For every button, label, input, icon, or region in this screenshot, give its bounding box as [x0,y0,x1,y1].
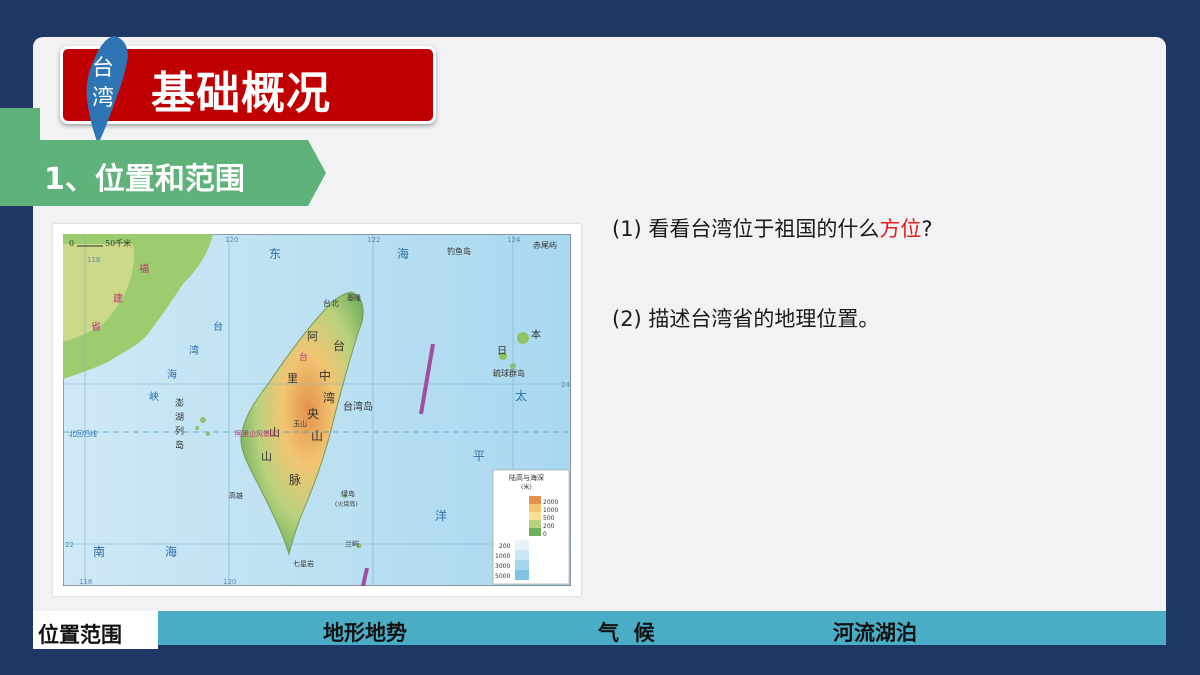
chiwei-label: 赤尾屿 [533,241,557,250]
svg-text:台: 台 [299,351,308,363]
nav-item-terrain[interactable]: 地形地势 [323,617,407,647]
svg-text:洋: 洋 [435,508,447,523]
svg-text:台: 台 [333,338,345,353]
svg-text:22: 22 [65,541,74,549]
svg-text:2000: 2000 [543,499,558,506]
svg-text:120: 120 [225,236,238,244]
svg-text:海: 海 [167,368,177,381]
tropic-label: 北回归线 [69,429,97,438]
svg-text:太: 太 [515,388,527,403]
svg-text:124: 124 [507,236,521,244]
svg-text:省: 省 [91,320,101,333]
section-label: 1、位置和范围 [44,162,245,197]
svg-text:台: 台 [213,320,223,333]
svg-text:东: 东 [269,247,281,261]
svg-text:列: 列 [175,425,184,437]
nav-item-rivers[interactable]: 河流湖泊 [833,617,917,647]
svg-text:日: 日 [497,346,507,357]
svg-text:(米): (米) [521,483,532,491]
svg-text:24: 24 [561,381,570,389]
svg-text:1000: 1000 [495,553,510,560]
svg-text:山: 山 [261,450,272,463]
taiwan-map: 0 50千米 118 120 122 124 118 120 24 22 东 海… [53,224,581,596]
svg-text:湖: 湖 [175,412,184,423]
svg-text:建: 建 [113,292,123,305]
page-title: 基础概况 [151,68,331,119]
taiwan-island-label: 台湾岛 [343,400,373,413]
svg-text:峡: 峡 [149,390,159,403]
svg-text:3000: 3000 [495,563,510,570]
svg-text:岛: 岛 [175,439,184,451]
svg-text:海: 海 [165,544,177,559]
svg-text:120: 120 [223,578,236,586]
question-1-highlight: 方位 [879,217,922,241]
lvdao-note: (火烧岛) [335,500,358,508]
svg-text:央: 央 [307,407,319,421]
question-1: (1) 看看台湾位于祖国的什么方位? [612,217,933,241]
svg-text:南: 南 [93,544,105,559]
svg-text:5000: 5000 [495,573,510,580]
svg-text:海: 海 [397,246,409,261]
lanyu-label: 兰屿 [345,539,359,548]
svg-text:湾: 湾 [189,344,199,357]
svg-text:山: 山 [311,429,323,443]
map-canvas: 0 50千米 118 120 122 124 118 120 24 22 东 海… [63,234,571,586]
svg-text:平: 平 [473,449,485,463]
scale-zero: 0 [69,239,74,248]
badge-label: 台 湾 [91,56,114,111]
svg-text:本: 本 [531,328,541,341]
taipei-label: 台北 [323,298,339,308]
svg-text:中: 中 [319,368,331,383]
gaoxiong-label: 高雄 [229,491,243,500]
svg-text:200: 200 [499,543,511,550]
bottom-nav-bar [158,611,1166,645]
svg-text:福: 福 [139,262,149,275]
alishan-area-label: 阿里山风景区 [235,429,277,438]
svg-text:澎: 澎 [175,397,184,409]
svg-text:500: 500 [543,515,555,522]
svg-text:0: 0 [543,531,547,538]
scale-unit: 50千米 [105,238,131,248]
qixing-label: 七星岩 [293,559,314,568]
svg-text:里: 里 [287,372,298,385]
svg-text:1000: 1000 [543,507,558,514]
diaoyu-label: 钓鱼岛 [447,246,471,256]
svg-text:湾: 湾 [323,390,335,405]
lvdao-label: 绿岛 [341,489,355,498]
svg-text:122: 122 [367,236,380,244]
svg-text:脉: 脉 [289,472,301,487]
svg-text:陆高与海深: 陆高与海深 [509,473,544,482]
map-legend: 陆高与海深 (米) 2000 1000 500 200 0 200 1000 3… [492,469,570,585]
ryukyu-label: 琉球群岛 [493,368,525,378]
svg-text:阿: 阿 [307,330,318,343]
svg-text:118: 118 [87,256,100,264]
svg-text:200: 200 [543,523,555,530]
yushan-label: 玉山 [293,419,307,428]
nav-item-position[interactable]: 位置范围 [38,619,122,649]
svg-text:118: 118 [79,578,92,586]
keelung-label: 基隆 [347,293,361,302]
nav-item-climate[interactable]: 气 候 [598,617,655,647]
question-2: (2) 描述台湾省的地理位置。 [612,307,880,331]
